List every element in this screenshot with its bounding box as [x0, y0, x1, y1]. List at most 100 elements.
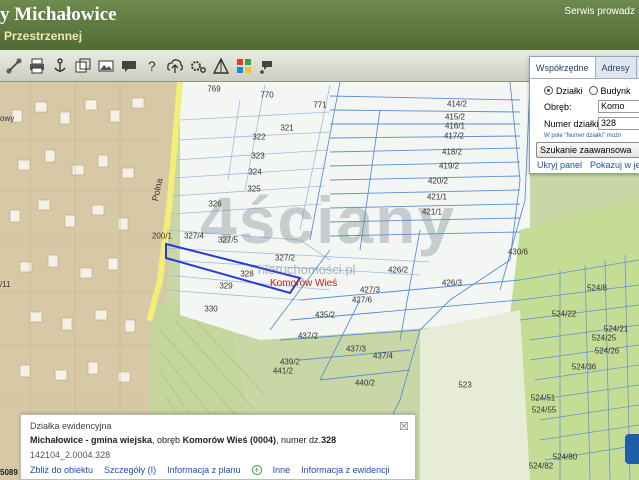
- radio-button[interactable]: [588, 86, 598, 95]
- app-window: y Michałowice Przestrzennej Serwis prowa…: [0, 0, 639, 480]
- close-icon[interactable]: ☒: [399, 420, 409, 433]
- desc-text: , numer dz.: [276, 435, 322, 445]
- parcel-label: 421/1: [426, 192, 448, 202]
- panel-links: Ukryj panel Pokazuj w jed: [529, 160, 639, 170]
- parcel-label: 437/2: [297, 331, 319, 341]
- details-link[interactable]: Szczegóły (I): [104, 465, 156, 475]
- parcel-label: 421/1: [421, 207, 443, 217]
- parcel-description: Michałowice - gmina wiejska, obręb Komor…: [30, 435, 336, 445]
- parcel-label: 327/5: [217, 235, 239, 245]
- parcel-label: 418/2: [441, 147, 463, 157]
- precinct-name: Komorów Wieś (0004): [182, 435, 277, 445]
- info-links: Zbliż do obiektu Szczegóły (I) Informacj…: [30, 465, 390, 475]
- parcel-label: 328: [240, 269, 254, 279]
- plus-icon[interactable]: +: [251, 465, 262, 475]
- hide-panel-link[interactable]: Ukryj panel: [537, 160, 582, 170]
- app-subtitle: Przestrzennej: [4, 29, 83, 43]
- app-title: y Michałowice: [0, 4, 117, 25]
- parcel-label: 524/55: [531, 405, 557, 415]
- plan-info-link[interactable]: Informacja z planu: [167, 465, 241, 475]
- tab-coordinates[interactable]: Współrzędne: [530, 57, 596, 78]
- radio-label: Działki: [556, 86, 583, 96]
- parcel-label: 323: [251, 151, 265, 161]
- parcel-label: 437/4: [372, 351, 394, 361]
- parcel-label: 437/3: [345, 344, 367, 354]
- parcel-label: 770: [260, 90, 274, 100]
- parcel-number: 328: [321, 435, 337, 445]
- parcel-label: 524/8: [586, 283, 608, 293]
- tab-addresses[interactable]: Adresy: [596, 57, 637, 78]
- parcel-info-panel: Działka ewidencyjna ☒ Michałowice - gmin…: [20, 414, 416, 480]
- parcel-label: 322: [252, 132, 266, 142]
- parcel-label: 329: [219, 281, 233, 291]
- parcel-label: 427/6: [351, 295, 373, 305]
- radio-button[interactable]: [544, 86, 553, 95]
- comment-icon[interactable]: [117, 54, 140, 78]
- parcel-label: 414/2: [446, 99, 468, 109]
- measure-icon[interactable]: [2, 54, 25, 78]
- registry-info-link[interactable]: Informacja z ewidencji: [301, 465, 390, 475]
- parcel-label: 430/6: [507, 247, 529, 257]
- parcel-label: 524/25: [591, 333, 617, 343]
- parcel-label: 325: [247, 184, 261, 194]
- anchor-icon[interactable]: [48, 54, 71, 78]
- parcel-label: 524/26: [594, 346, 620, 356]
- parcel-label: 524/21: [603, 324, 629, 334]
- parcel-label: 524/22: [551, 309, 577, 319]
- parcel-label: 439/2: [279, 357, 301, 367]
- settings-icon[interactable]: [186, 54, 209, 78]
- watermark-logo: 4ściany: [200, 183, 457, 257]
- parcel-label: 326: [208, 199, 222, 209]
- parcel-label: 330: [204, 304, 218, 314]
- triangle-icon[interactable]: [209, 54, 232, 78]
- parcel-label: 324: [248, 167, 262, 177]
- obreb-label: Obręb:: [544, 101, 572, 112]
- layers-icon[interactable]: [71, 54, 94, 78]
- parcel-label: 440/2: [354, 378, 376, 388]
- service-link[interactable]: Serwis prowadz: [564, 6, 635, 17]
- parcel-label: 524/80: [552, 452, 578, 462]
- parcel-label: 771: [313, 100, 327, 110]
- parcel-label: 523: [458, 380, 472, 390]
- parcel-label: 417/2: [443, 131, 465, 141]
- parcel-label: 524/36: [571, 362, 597, 372]
- parcel-label: 327/2: [274, 253, 296, 263]
- parcel-number-label: Numer działki:: [544, 118, 602, 129]
- parcel-label: 769: [207, 84, 221, 94]
- side-toggle-button[interactable]: [625, 434, 639, 464]
- upload-icon[interactable]: [163, 54, 186, 78]
- radio-option-parcels[interactable]: Działki: [544, 86, 583, 96]
- obreb-row: Obręb: Komo: [530, 96, 639, 113]
- parcel-label: 321: [280, 123, 294, 133]
- parcel-label: 427/3: [359, 285, 381, 295]
- parcel-label: 524/51: [530, 393, 556, 403]
- help-icon[interactable]: ?: [140, 54, 163, 78]
- header-bar: y Michałowice Przestrzennej Serwis prowa…: [0, 0, 639, 50]
- village-label: Komorów Wieś: [270, 278, 338, 289]
- svg-text:?: ?: [148, 58, 156, 74]
- other-link[interactable]: Inne: [273, 465, 291, 475]
- parcel-number-input[interactable]: 328: [598, 117, 639, 130]
- print-icon[interactable]: [25, 54, 48, 78]
- grid-icon[interactable]: [232, 54, 255, 78]
- parcel-label: 419/2: [438, 161, 460, 171]
- parcel-label: 435/2: [314, 310, 336, 320]
- left-label: /11: [0, 280, 11, 289]
- zoom-to-object-link[interactable]: Zbliż do obiektu: [30, 465, 93, 475]
- obreb-select[interactable]: Komo: [598, 100, 639, 113]
- parcel-label: 327/4: [183, 231, 205, 241]
- radio-option-buildings[interactable]: Budynk: [588, 86, 631, 96]
- show-in-one-link[interactable]: Pokazuj w jed: [590, 160, 639, 170]
- parcel-identifier: 142104_2.0004.328: [30, 450, 111, 460]
- pin-icon[interactable]: [255, 54, 278, 78]
- parcel-label: 426/2: [387, 265, 409, 275]
- advanced-search-button[interactable]: Szukanie zaawansowa: [536, 142, 639, 158]
- parcel-number-hint: W pole "Numer działki" możn: [544, 133, 622, 139]
- corner-number: 5089: [0, 468, 18, 477]
- watermark-subtitle: nieruchomości.pl: [258, 262, 356, 277]
- desc-text: , obręb: [152, 435, 183, 445]
- parcel-label: 441/2: [272, 366, 294, 376]
- parcel-label: 420/2: [427, 176, 449, 186]
- image-icon[interactable]: [94, 54, 117, 78]
- parcel-label: 416/1: [444, 121, 466, 131]
